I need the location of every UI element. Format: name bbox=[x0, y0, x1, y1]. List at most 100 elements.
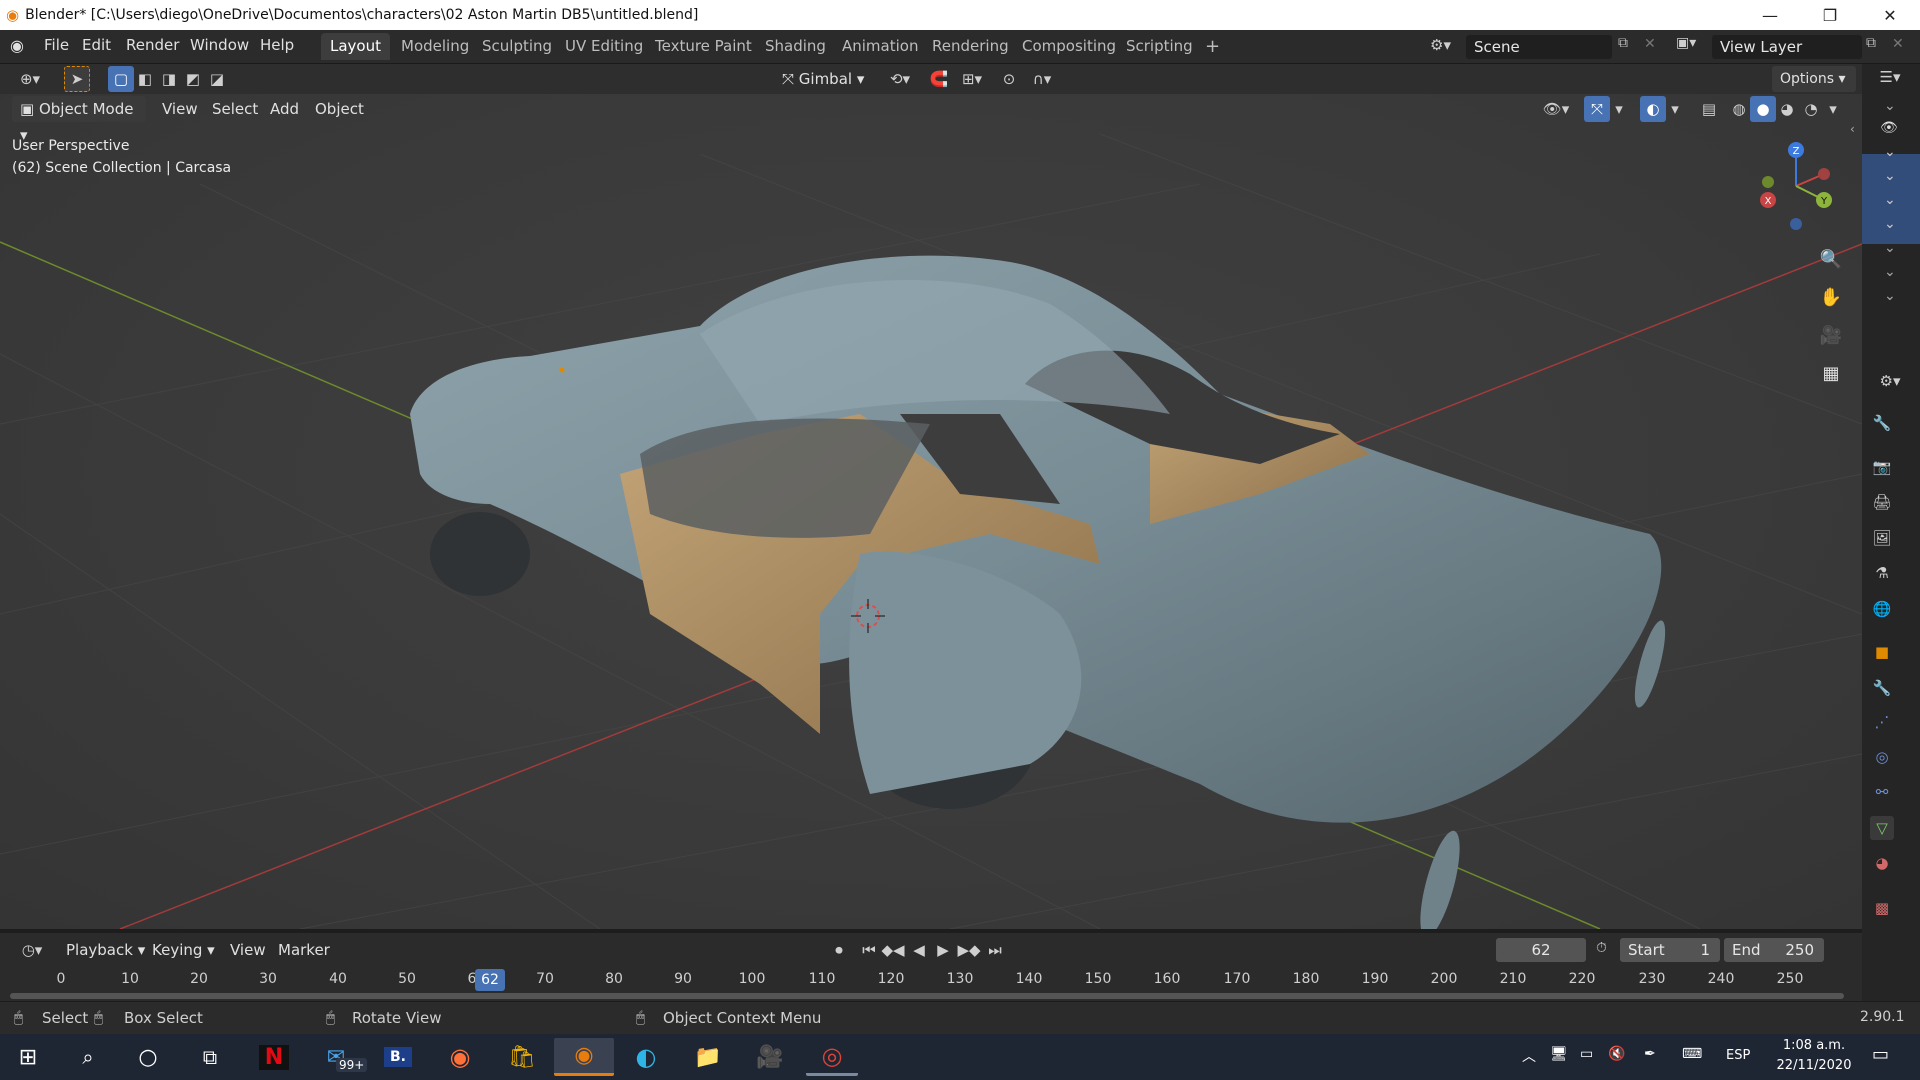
mail-icon[interactable]: ✉ 99+ bbox=[310, 1038, 368, 1076]
gizmo-dropdown-icon[interactable]: ▾ bbox=[1610, 96, 1628, 122]
select-intersect-icon[interactable]: ◪ bbox=[204, 66, 230, 92]
navigation-gizmo[interactable]: Z Y X bbox=[1746, 138, 1846, 234]
outliner-row-chevron-icon[interactable]: ⌄ bbox=[1884, 144, 1896, 160]
particles-tab-icon[interactable]: ⋰ bbox=[1870, 710, 1894, 734]
overlays-toggle-icon[interactable]: ◐ bbox=[1640, 96, 1666, 122]
jump-start-icon[interactable]: ⏮ bbox=[856, 937, 882, 963]
tab-scripting[interactable]: Scripting bbox=[1117, 33, 1202, 60]
timeline-editor-type-icon[interactable]: ◷▾ bbox=[12, 937, 52, 963]
menu-file[interactable]: File bbox=[44, 36, 69, 54]
view-layer-tab-icon[interactable]: 🖼 bbox=[1870, 526, 1894, 550]
search-icon[interactable]: ⌕ bbox=[62, 1038, 114, 1076]
windows-start-icon[interactable]: ⊞ bbox=[2, 1038, 54, 1076]
remove-view-layer-icon[interactable]: ✕ bbox=[1892, 36, 1904, 52]
render-tab-icon[interactable]: 📷 bbox=[1870, 455, 1894, 479]
outliner-row-chevron-icon[interactable]: ⌄ bbox=[1884, 98, 1896, 114]
snap-toggle-icon[interactable]: 🧲 bbox=[926, 66, 952, 92]
select-subtract-icon[interactable]: ◨ bbox=[156, 66, 182, 92]
jump-end-icon[interactable]: ⏭ bbox=[982, 937, 1008, 963]
wireframe-shading-icon[interactable]: ◍ bbox=[1726, 96, 1752, 122]
menu-select[interactable]: Select bbox=[204, 96, 266, 122]
notifications-icon[interactable]: ▭ bbox=[1872, 1044, 1889, 1065]
select-tool-icon[interactable]: ➤ bbox=[64, 66, 90, 92]
outliner-row-chevron-icon[interactable]: ⌄ bbox=[1884, 192, 1896, 208]
view-layer-icon[interactable]: ▣▾ bbox=[1676, 35, 1696, 51]
proportional-falloff-icon[interactable]: ∩▾ bbox=[1024, 66, 1060, 92]
pan-hand-icon[interactable]: ✋ bbox=[1814, 280, 1848, 314]
tab-animation[interactable]: Animation bbox=[833, 33, 927, 60]
menu-window[interactable]: Window bbox=[190, 36, 249, 54]
blender-menu-icon[interactable]: ◉ bbox=[10, 36, 24, 55]
clock-date[interactable]: 22/11/2020 bbox=[1768, 1058, 1860, 1073]
options-dropdown[interactable]: Options ▾ bbox=[1772, 66, 1856, 92]
language-indicator[interactable]: ESP bbox=[1726, 1048, 1750, 1063]
editor-type-icon[interactable]: ⊕▾ bbox=[10, 66, 50, 92]
task-view-icon[interactable]: ⧉ bbox=[184, 1038, 236, 1076]
outliner-row-chevron-icon[interactable]: ⌄ bbox=[1884, 168, 1896, 184]
add-workspace-button[interactable]: + bbox=[1196, 33, 1229, 60]
tab-texture-paint[interactable]: Texture Paint bbox=[646, 33, 761, 60]
edge-icon[interactable]: ◐ bbox=[620, 1038, 672, 1076]
pen-icon[interactable]: ✒ bbox=[1644, 1046, 1656, 1062]
battery-icon[interactable]: ▭ bbox=[1580, 1046, 1593, 1062]
scene-selector-icon[interactable]: ⚙▾ bbox=[1430, 36, 1451, 54]
properties-editor-type-icon[interactable]: ⚙▾ bbox=[1868, 368, 1912, 394]
output-tab-icon[interactable]: 🖨 bbox=[1870, 490, 1894, 514]
mesh-data-tab-icon[interactable]: ▽ bbox=[1870, 816, 1894, 840]
transform-orientation-dropdown[interactable]: ⤧ Gimbal ▾ bbox=[774, 66, 874, 92]
record-icon[interactable]: ⏺ bbox=[826, 937, 852, 963]
select-new-icon[interactable]: ▢ bbox=[108, 66, 134, 92]
pivot-point-icon[interactable]: ⟲▾ bbox=[882, 66, 918, 92]
mode-dropdown[interactable]: ▣ Object Mode ▾ bbox=[12, 96, 146, 144]
netflix-icon[interactable]: N bbox=[248, 1038, 300, 1076]
outliner-row-chevron-icon[interactable]: ⌄ bbox=[1884, 216, 1896, 232]
menu-object[interactable]: Object bbox=[307, 96, 372, 122]
gizmo-toggle-icon[interactable]: ⤧ bbox=[1584, 96, 1610, 122]
constraints-tab-icon[interactable]: ⚯ bbox=[1870, 780, 1894, 804]
camera-view-icon[interactable]: 🎥 bbox=[1814, 318, 1848, 352]
menu-timeline-view[interactable]: View bbox=[222, 937, 274, 963]
world-tab-icon[interactable]: 🌐 bbox=[1870, 597, 1894, 621]
proportional-edit-icon[interactable]: ⊙ bbox=[996, 66, 1022, 92]
select-invert-icon[interactable]: ◩ bbox=[180, 66, 206, 92]
rendered-shading-icon[interactable]: ◔ bbox=[1798, 96, 1824, 122]
playhead-marker[interactable]: 62 bbox=[475, 969, 505, 991]
material-shading-icon[interactable]: ◕ bbox=[1774, 96, 1800, 122]
modifiers-tab-icon[interactable]: 🔧 bbox=[1870, 676, 1894, 700]
snap-target-icon[interactable]: ⊞▾ bbox=[954, 66, 990, 92]
material-tab-icon[interactable]: ◕ bbox=[1870, 851, 1894, 875]
volume-muted-icon[interactable]: 🔇 bbox=[1608, 1046, 1625, 1062]
outliner-row-chevron-icon[interactable]: ⌄ bbox=[1884, 264, 1896, 280]
menu-view[interactable]: View bbox=[154, 96, 206, 122]
timeline-scrollbar[interactable] bbox=[10, 993, 1844, 999]
menu-playback[interactable]: Playback ▾ bbox=[58, 937, 153, 963]
menu-render[interactable]: Render bbox=[126, 36, 179, 54]
tab-uv-editing[interactable]: UV Editing bbox=[556, 33, 652, 60]
stopwatch-icon[interactable]: ⏱ bbox=[1596, 940, 1607, 956]
file-explorer-icon[interactable]: 📁 bbox=[682, 1038, 734, 1076]
menu-keying[interactable]: Keying ▾ bbox=[144, 937, 223, 963]
scene-tab-icon[interactable]: ⚗ bbox=[1870, 561, 1894, 585]
eye-icon[interactable]: 👁 bbox=[1880, 120, 1898, 136]
chrome-icon[interactable]: ◎ bbox=[806, 1038, 858, 1076]
texture-tab-icon[interactable]: ▩ bbox=[1870, 896, 1894, 920]
play-icon[interactable]: ▶ bbox=[930, 937, 956, 963]
solid-shading-icon[interactable]: ● bbox=[1750, 96, 1776, 122]
menu-edit[interactable]: Edit bbox=[82, 36, 111, 54]
tray-chevron-icon[interactable]: ︿ bbox=[1522, 1046, 1536, 1066]
select-extend-icon[interactable]: ◧ bbox=[132, 66, 158, 92]
viewport-scene[interactable] bbox=[0, 94, 1862, 929]
zoom-app-icon[interactable]: 🎥 bbox=[744, 1038, 796, 1076]
sidebar-toggle-icon[interactable]: ‹ bbox=[1850, 122, 1855, 136]
menu-add[interactable]: Add bbox=[262, 96, 307, 122]
grid-view-icon[interactable]: ▦ bbox=[1814, 356, 1848, 390]
keyboard-icon[interactable]: ⌨ bbox=[1682, 1046, 1702, 1062]
new-view-layer-icon[interactable]: ⧉ bbox=[1866, 35, 1876, 51]
menu-help[interactable]: Help bbox=[260, 36, 294, 54]
play-reverse-icon[interactable]: ◀ bbox=[906, 937, 932, 963]
car-body-mesh[interactable] bbox=[410, 255, 1671, 929]
tab-layout[interactable]: Layout bbox=[321, 33, 390, 60]
outliner-editor-type-icon[interactable]: ☰▾ bbox=[1868, 64, 1912, 90]
menu-marker[interactable]: Marker bbox=[270, 937, 338, 963]
zoom-icon[interactable]: 🔍 bbox=[1814, 242, 1848, 276]
